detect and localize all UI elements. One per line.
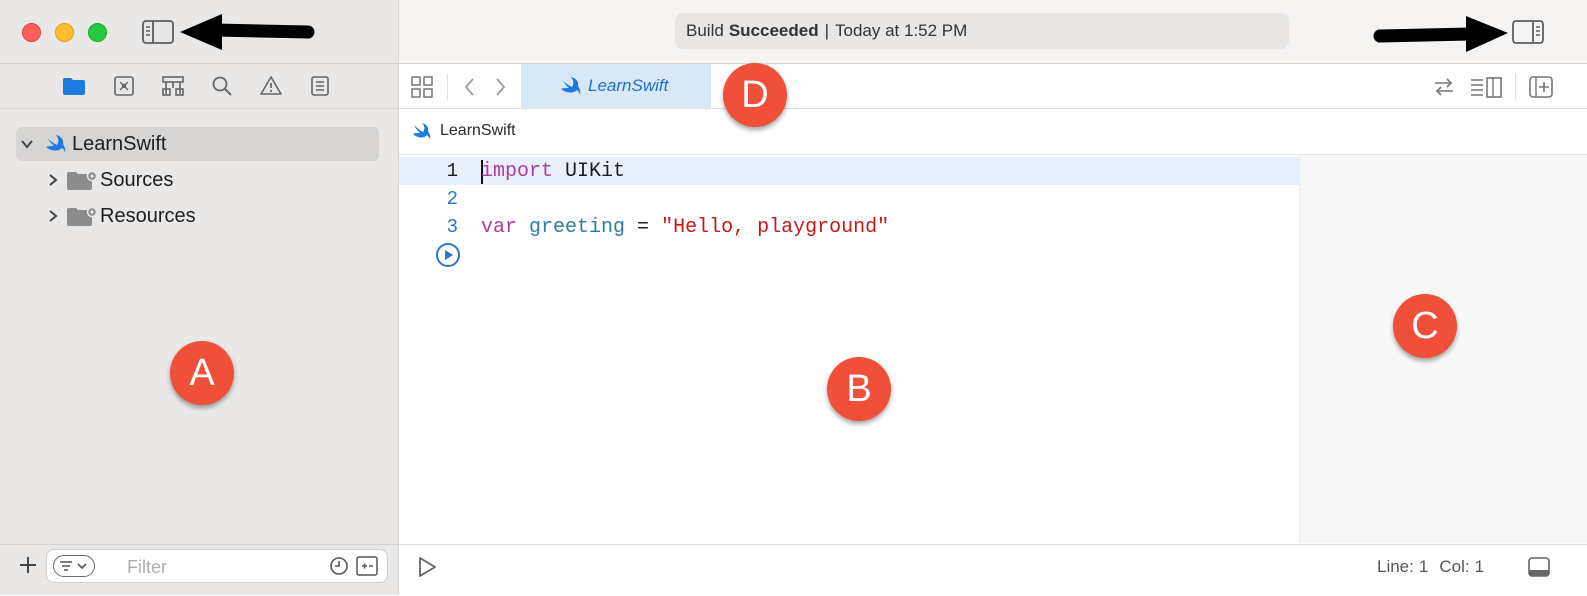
line-number: 2 bbox=[446, 188, 458, 210]
tab-learnswift[interactable]: LearnSwift bbox=[521, 64, 711, 108]
status-result: Succeeded bbox=[728, 21, 819, 40]
line-number: 1 bbox=[446, 160, 458, 182]
back-button[interactable] bbox=[458, 73, 480, 101]
chevron-right-icon bbox=[496, 78, 506, 96]
tree-item-label: LearnSwift bbox=[72, 132, 167, 155]
editor-options-button[interactable] bbox=[1468, 73, 1504, 101]
filter-options-button[interactable] bbox=[53, 555, 95, 577]
run-playground-button[interactable] bbox=[414, 554, 440, 580]
navigator-tab-bar bbox=[0, 64, 398, 109]
jump-bar: LearnSwift bbox=[399, 109, 1587, 155]
status-time: Today at 1:52 PM bbox=[835, 21, 968, 40]
swift-icon bbox=[559, 76, 581, 96]
left-arrow-annotation bbox=[180, 14, 315, 50]
clock-icon bbox=[330, 557, 348, 575]
zoom-button[interactable] bbox=[88, 23, 107, 42]
breadcrumb-label: LearnSwift bbox=[440, 122, 516, 139]
close-button[interactable] bbox=[22, 23, 41, 42]
recent-files-button[interactable] bbox=[328, 555, 350, 577]
chevron-right-icon[interactable] bbox=[42, 209, 64, 223]
cursor-position: Line: 1 Col: 1 bbox=[1377, 557, 1484, 577]
filter-icon bbox=[60, 561, 87, 571]
run-to-line-button[interactable] bbox=[435, 242, 461, 268]
line-value: 1 bbox=[1418, 557, 1429, 576]
tree-item-resources[interactable]: Resources bbox=[42, 199, 379, 233]
play-icon bbox=[419, 557, 436, 577]
code-line[interactable]: var greeting = "Hello, playground" bbox=[481, 216, 889, 239]
annotation-badge-a: A bbox=[170, 341, 234, 405]
plus-minus-icon bbox=[356, 556, 378, 576]
tab-label: LearnSwift bbox=[588, 76, 669, 95]
annotation-badge-b: B bbox=[827, 357, 891, 421]
find-navigator-tab[interactable] bbox=[208, 72, 236, 100]
symbol-navigator-tab[interactable] bbox=[159, 72, 187, 100]
keyword-token: import bbox=[481, 160, 554, 183]
code-token: = bbox=[625, 216, 662, 239]
tree-item-label: Sources bbox=[100, 168, 174, 191]
status-prefix: Build bbox=[686, 21, 724, 40]
line-label: Line: bbox=[1377, 557, 1414, 576]
tree-item-sources[interactable]: Sources bbox=[42, 163, 379, 197]
search-icon bbox=[212, 76, 232, 96]
grid-icon bbox=[411, 76, 433, 98]
source-editor[interactable] bbox=[399, 155, 1299, 543]
related-items-button[interactable] bbox=[408, 73, 436, 101]
col-label: Col: bbox=[1439, 557, 1470, 576]
sidebar-right-icon bbox=[1512, 20, 1544, 44]
tree-item-label: Resources bbox=[100, 204, 196, 227]
code-token: UIKit bbox=[553, 160, 626, 183]
status-separator: | bbox=[824, 21, 829, 40]
folder-icon bbox=[63, 78, 85, 95]
toolbar-divider bbox=[447, 74, 448, 100]
issue-navigator-tab[interactable] bbox=[257, 72, 285, 100]
line-number: 3 bbox=[446, 216, 458, 238]
annotation-badge-c: C bbox=[1393, 294, 1457, 358]
swap-arrows-icon bbox=[1435, 78, 1453, 96]
source-control-icon bbox=[114, 76, 134, 96]
report-navigator-tab[interactable] bbox=[306, 72, 334, 100]
source-control-filter-button[interactable] bbox=[356, 555, 378, 577]
col-value: 1 bbox=[1474, 557, 1485, 576]
source-control-navigator-tab[interactable] bbox=[110, 72, 138, 100]
plus-icon bbox=[20, 557, 36, 573]
chevron-right-icon[interactable] bbox=[42, 173, 64, 187]
right-arrow-annotation bbox=[1373, 16, 1508, 52]
annotation-badge-d: D bbox=[723, 63, 787, 127]
add-editor-button[interactable] bbox=[1526, 73, 1556, 101]
toggle-debug-area-button[interactable] bbox=[1525, 554, 1553, 580]
add-button[interactable] bbox=[16, 553, 40, 577]
folder-gear-icon bbox=[66, 205, 98, 227]
debug-area-icon bbox=[1528, 557, 1550, 577]
toggle-inspector-button[interactable] bbox=[1510, 17, 1546, 47]
sidebar-left-icon bbox=[142, 20, 174, 44]
folder-gear-icon bbox=[66, 169, 98, 191]
breadcrumb[interactable]: LearnSwift bbox=[411, 122, 516, 140]
play-circle-icon bbox=[436, 243, 460, 267]
identifier-token: greeting bbox=[517, 216, 626, 239]
string-token: "Hello, playground" bbox=[661, 216, 890, 239]
toolbar-divider bbox=[1515, 74, 1516, 100]
editor-options-icon bbox=[1471, 77, 1502, 98]
project-navigator-tab[interactable] bbox=[60, 72, 88, 100]
keyword-token: var bbox=[481, 216, 518, 239]
swift-icon bbox=[411, 122, 431, 140]
build-status: Build Succeeded | Today at 1:52 PM bbox=[675, 13, 1289, 49]
list-icon bbox=[311, 76, 329, 96]
add-editor-icon bbox=[1529, 76, 1553, 98]
swift-icon bbox=[44, 134, 66, 154]
minimize-button[interactable] bbox=[55, 23, 74, 42]
code-line[interactable]: import UIKit bbox=[481, 160, 625, 183]
filter-field[interactable] bbox=[46, 549, 388, 583]
tree-item-learnswift[interactable]: LearnSwift bbox=[16, 127, 379, 161]
chevron-left-icon bbox=[464, 78, 474, 96]
forward-button[interactable] bbox=[490, 73, 512, 101]
toggle-navigator-button[interactable] bbox=[140, 17, 176, 47]
warning-icon bbox=[260, 76, 282, 95]
hierarchy-icon bbox=[162, 76, 184, 96]
source-control-changes-button[interactable] bbox=[1430, 73, 1458, 101]
chevron-down-icon[interactable] bbox=[16, 139, 38, 149]
filter-input[interactable] bbox=[125, 555, 349, 579]
